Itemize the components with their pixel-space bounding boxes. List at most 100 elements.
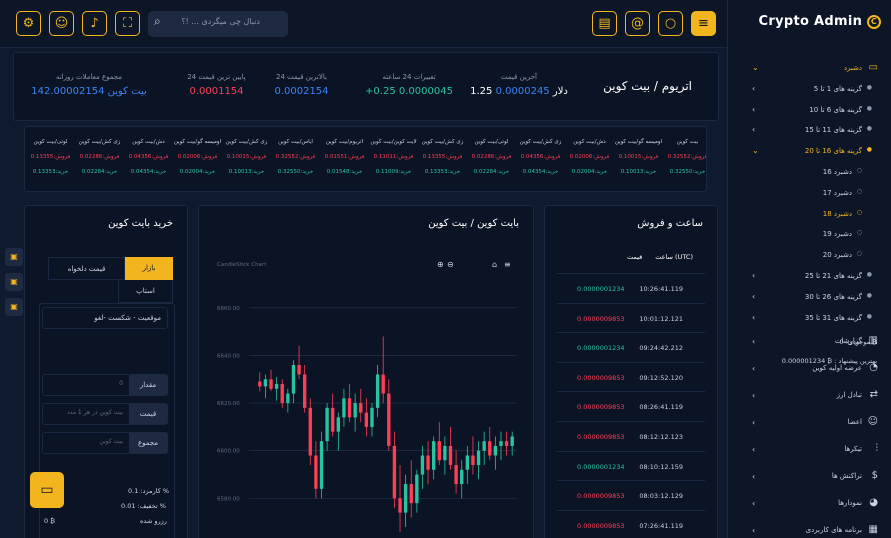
sidebar-main-item[interactable]: ☺ اعضا ‹ xyxy=(728,409,891,436)
ticker-item[interactable]: دش/بیت کوین فروش:0.02006 خرید:0.02004 xyxy=(565,127,614,191)
at-icon[interactable]: @ xyxy=(625,11,650,36)
sidebar-main-item[interactable]: ⫶ تیکرها ‹ xyxy=(728,436,891,463)
sidebar-item[interactable]: دشبرد 19 ○ xyxy=(728,224,891,245)
chevron-left-icon: ‹ xyxy=(752,445,756,455)
sidebar-item[interactable]: گزینه های 16 تا 20 ● ⌄ xyxy=(728,141,891,162)
ticker-item[interactable]: دش/بیت کوین فروش:0.04356 خرید:0.04354 xyxy=(124,127,173,191)
zoom-in-icon: ⊕ xyxy=(437,260,444,269)
sidebar-item[interactable]: دشبرد 20 ○ xyxy=(728,245,891,266)
total-field[interactable]: مجموع بیت کوین xyxy=(42,432,168,454)
ticker-item[interactable]: اومیسه گو/بیت کوین فروش:0.10015 خرید:0.100… xyxy=(614,127,663,191)
sell-value: 0.32552 xyxy=(667,154,691,160)
bell-icon[interactable]: ♪ xyxy=(82,11,107,36)
clipboard-icon[interactable]: ▤ xyxy=(592,11,617,36)
table-row[interactable]: 0.0000009853 08:12:12.123 xyxy=(557,422,705,452)
sidebar-main-item[interactable]: ⇄ تبادل ارز ‹ xyxy=(728,382,891,409)
sidebar-item[interactable]: گزینه های 6 تا 10 ● ‹ xyxy=(728,100,891,121)
sidebar-item[interactable]: دشبرد 16 ○ xyxy=(728,162,891,183)
sidebar-item[interactable]: گزینه های 31 تا 35 ● ‹ xyxy=(728,308,891,329)
home-icon: ⌂ xyxy=(492,260,497,269)
amount-label: مقدار xyxy=(129,375,167,395)
sidebar-item[interactable]: دشبرد 17 ○ xyxy=(728,183,891,204)
tab-limit[interactable]: قیمت دلخواه xyxy=(48,257,125,280)
sidebar-item[interactable]: دشبرد 18 ○ xyxy=(728,204,891,225)
search-input[interactable]: ⌕ دنبال چی میگردی ... !؟ xyxy=(148,11,288,37)
sidebar: Crypto Admin C ▭ دشبرد ⌄ گزینه های 1 تا … xyxy=(727,0,891,538)
ticker-item[interactable]: ایاس/بیت کوین فروش:0.32552 خرید:0.32550 xyxy=(271,127,320,191)
ticker-item[interactable]: زی کش/بیت کوین فروش:0.10015 خرید:0.10013 xyxy=(222,127,271,191)
volume-value: 142.00002154 بیت کوین xyxy=(31,86,147,97)
sidebar-main-item[interactable]: ▦ برنامه های کاربردی ‹ xyxy=(728,517,891,538)
table-row[interactable]: 0.0000009853 08:03:12.129 xyxy=(557,481,705,511)
trade-time: 08:12:12.123 xyxy=(639,433,683,441)
ticker-item[interactable]: اتریوم/بیت کوین فروش:0.01551 خرید:0.01548 xyxy=(320,127,369,191)
y-tick-label: 6600.00 xyxy=(217,449,240,455)
zoom-out-icon: ⊖ xyxy=(447,260,454,269)
order-type-select[interactable]: موقعیت - شکست -لغو xyxy=(42,307,168,329)
chat-icon[interactable]: ○ xyxy=(658,11,683,36)
settings-icon[interactable]: ⚙ xyxy=(16,11,41,36)
table-row[interactable]: 0.0000001234 10:26:41.119 xyxy=(557,274,705,304)
sidebar-item[interactable]: گزینه های 26 تا 30 ● ‹ xyxy=(728,287,891,308)
menu-icon[interactable]: ≡ xyxy=(691,11,716,36)
tab-stop[interactable]: استاپ xyxy=(118,280,173,303)
cart-icon[interactable]: ▣ xyxy=(5,298,23,316)
buy-label: خرید: xyxy=(251,169,265,175)
card-icon[interactable]: ▣ xyxy=(5,273,23,291)
ticker-sell: فروش:0.11011 xyxy=(369,154,418,160)
sidebar-item-label: دشبرد 19 xyxy=(822,230,852,239)
pair-title: اتریوم / بیت کوین xyxy=(603,79,692,93)
sell-value: 0.10015 xyxy=(618,154,642,160)
sidebar-main-item[interactable]: $ تراکنش ها ‹ xyxy=(728,463,891,490)
ticker-item[interactable]: زی کش/بیت کوین فروش:0.04356 خرید:0.04354 xyxy=(516,127,565,191)
search-icon: ⌕ xyxy=(154,14,161,28)
ticker-sell: فروش:0.02006 xyxy=(565,154,614,160)
candlestick-chart[interactable]: CandleStick Chart ⊕ ⊖ ⌂ ≡6660.006640.006620.… xyxy=(199,246,534,538)
sidebar-main-item[interactable]: ◕ نمودارها ‹ xyxy=(728,490,891,517)
balance-text: موجودی: 0 ₿ xyxy=(839,338,878,346)
sell-value: 0.10015 xyxy=(226,154,250,160)
table-row[interactable]: 0.0000001234 08:10:12.159 xyxy=(557,452,705,482)
monitor-icon: ▭ xyxy=(868,62,878,73)
price-field[interactable]: قیمت بیت کوین در هر 1 مدد xyxy=(42,403,168,425)
ticker-sell: فروش:0.13355 xyxy=(26,154,75,160)
sell-label: فروش: xyxy=(347,154,365,160)
sidebar-item-label: تراکنش ها xyxy=(831,472,862,481)
chevron-down-icon: ⌄ xyxy=(752,63,759,72)
ticker-item[interactable]: لایت کوین/بیت کوین فروش:0.11011 خرید:0.110… xyxy=(369,127,418,191)
table-row[interactable]: 0.0000009853 10:01:12.121 xyxy=(557,304,705,334)
ticker-item[interactable]: زی کش/بیت کوین فروش:0.02286 خرید:0.02284 xyxy=(75,127,124,191)
top-bar: ⚙ ☺ ♪ ⛶ ⌕ دنبال چی میگردی ... !؟ ▤ @ ○ ≡ xyxy=(0,0,727,48)
buy-value: 0.32550 xyxy=(277,169,301,175)
tab-market[interactable]: بازار xyxy=(125,257,173,280)
ticker-name: لوتی/بیت کوین xyxy=(474,139,509,145)
ticker-buy: خرید:0.02004 xyxy=(565,169,614,175)
wallet-icon[interactable]: ▣ xyxy=(5,248,23,266)
brand-logo[interactable]: Crypto Admin C xyxy=(759,14,881,29)
sidebar-item-dashboard[interactable]: ▭ دشبرد ⌄ xyxy=(728,58,891,79)
ticker-name: زی کش/بیت کوین xyxy=(421,139,464,145)
chat-widget-button[interactable]: ▭ xyxy=(30,472,64,508)
fullscreen-icon[interactable]: ⛶ xyxy=(115,11,140,36)
ticker-item[interactable]: اومیسه گو/بیت کوین فروش:0.02006 خرید:0.020… xyxy=(173,127,222,191)
ticker-item[interactable]: لوتی/بیت کوین فروش:0.02286 خرید:0.02284 xyxy=(467,127,516,191)
sidebar-item[interactable]: گزینه های 1 تا 5 ● ‹ xyxy=(728,79,891,100)
ticker-item[interactable]: بیت کوین فروش:0.32552 خرید:0.32550 xyxy=(663,127,706,191)
sidebar-item[interactable]: گزینه های 21 تا 25 ● ‹ xyxy=(728,266,891,287)
table-row[interactable]: 0.0000009853 07:26:41.119 xyxy=(557,511,705,538)
low-label: پایین ترین قیمت 24 xyxy=(187,73,246,81)
sell-value: 0.02006 xyxy=(569,154,593,160)
sidebar-item[interactable]: گزینه های 11 تا 15 ● ‹ xyxy=(728,120,891,141)
amount-field[interactable]: مقدار 0 xyxy=(42,374,168,396)
sell-label: فروش: xyxy=(445,154,463,160)
sell-value: 0.01551 xyxy=(324,154,348,160)
trades-header: ساعت (UTC) قیمت xyxy=(557,246,705,274)
y-tick-label: 6580.00 xyxy=(217,496,240,502)
ticker-item[interactable]: لوتی/بیت کوین فروش:0.13355 خرید:0.13353 xyxy=(26,127,75,191)
ticker-buy: خرید:0.02004 xyxy=(173,169,222,175)
buy-value: 0.02284 xyxy=(81,169,105,175)
table-row[interactable]: 0.0000009853 08:26:41.119 xyxy=(557,392,705,422)
table-row[interactable]: 0.0000009853 09:12:52.120 xyxy=(557,363,705,393)
user-icon[interactable]: ☺ xyxy=(49,11,74,36)
ticker-item[interactable]: زی کش/بیت کوین فروش:0.13355 خرید:0.13353 xyxy=(418,127,467,191)
